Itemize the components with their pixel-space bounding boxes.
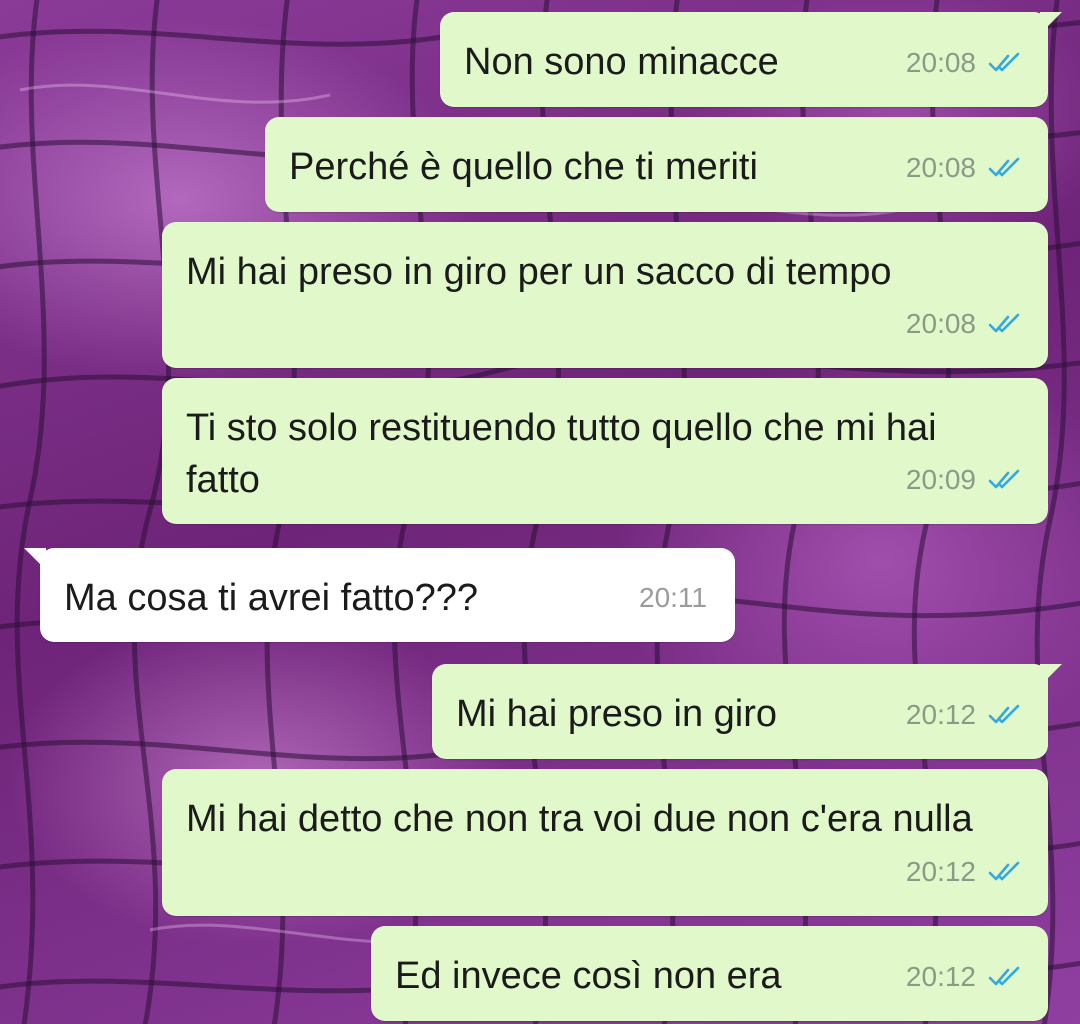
message-text: Ti sto solo restituendo tutto quello che…	[186, 407, 937, 501]
outgoing-message-bubble[interactable]: Mi hai detto che non tra voi due non c'e…	[162, 769, 1048, 916]
message-time: 20:11	[639, 582, 707, 613]
message-time: 20:08	[905, 47, 976, 78]
message-time: 20:08	[905, 152, 976, 183]
message-meta: 20:08	[906, 37, 1024, 89]
message-meta: 20:11	[639, 572, 707, 624]
outgoing-message-bubble[interactable]: Perché è quello che ti meriti 20:08	[265, 117, 1048, 212]
message-meta: 20:08	[906, 298, 1024, 350]
outgoing-message-bubble[interactable]: Ed invece così non era 20:12	[371, 926, 1048, 1021]
outgoing-message-bubble[interactable]: Non sono minacce 20:08	[440, 12, 1062, 107]
double-check-icon	[988, 469, 1020, 489]
double-check-icon	[988, 966, 1020, 986]
outgoing-message-bubble[interactable]: Mi hai preso in giro per un sacco di tem…	[162, 222, 1048, 368]
double-check-icon	[988, 704, 1020, 724]
message-text: Mi hai preso in giro per un sacco di tem…	[186, 251, 892, 293]
message-meta: 20:12	[906, 689, 1024, 741]
message-meta: 20:12	[906, 951, 1024, 1003]
message-time: 20:08	[905, 308, 976, 339]
message-text: Ma cosa ti avrei fatto???	[64, 577, 478, 619]
double-check-icon	[988, 157, 1020, 177]
incoming-message-bubble[interactable]: Ma cosa ti avrei fatto??? 20:11	[24, 548, 735, 642]
double-check-icon	[988, 313, 1020, 333]
message-meta: 20:09	[906, 454, 1024, 506]
double-check-icon	[988, 52, 1020, 72]
outgoing-message-bubble[interactable]: Mi hai preso in giro 20:12	[432, 664, 1062, 759]
message-time: 20:09	[905, 464, 976, 495]
message-meta: 20:08	[906, 142, 1024, 194]
message-time: 20:12	[905, 699, 976, 730]
double-check-icon	[988, 861, 1020, 881]
message-meta: 20:12	[906, 846, 1024, 898]
message-time: 20:12	[905, 856, 976, 887]
message-text: Mi hai detto che non tra voi due non c'e…	[186, 798, 973, 840]
message-time: 20:12	[905, 961, 976, 992]
outgoing-message-bubble[interactable]: Ti sto solo restituendo tutto quello che…	[162, 378, 1048, 524]
